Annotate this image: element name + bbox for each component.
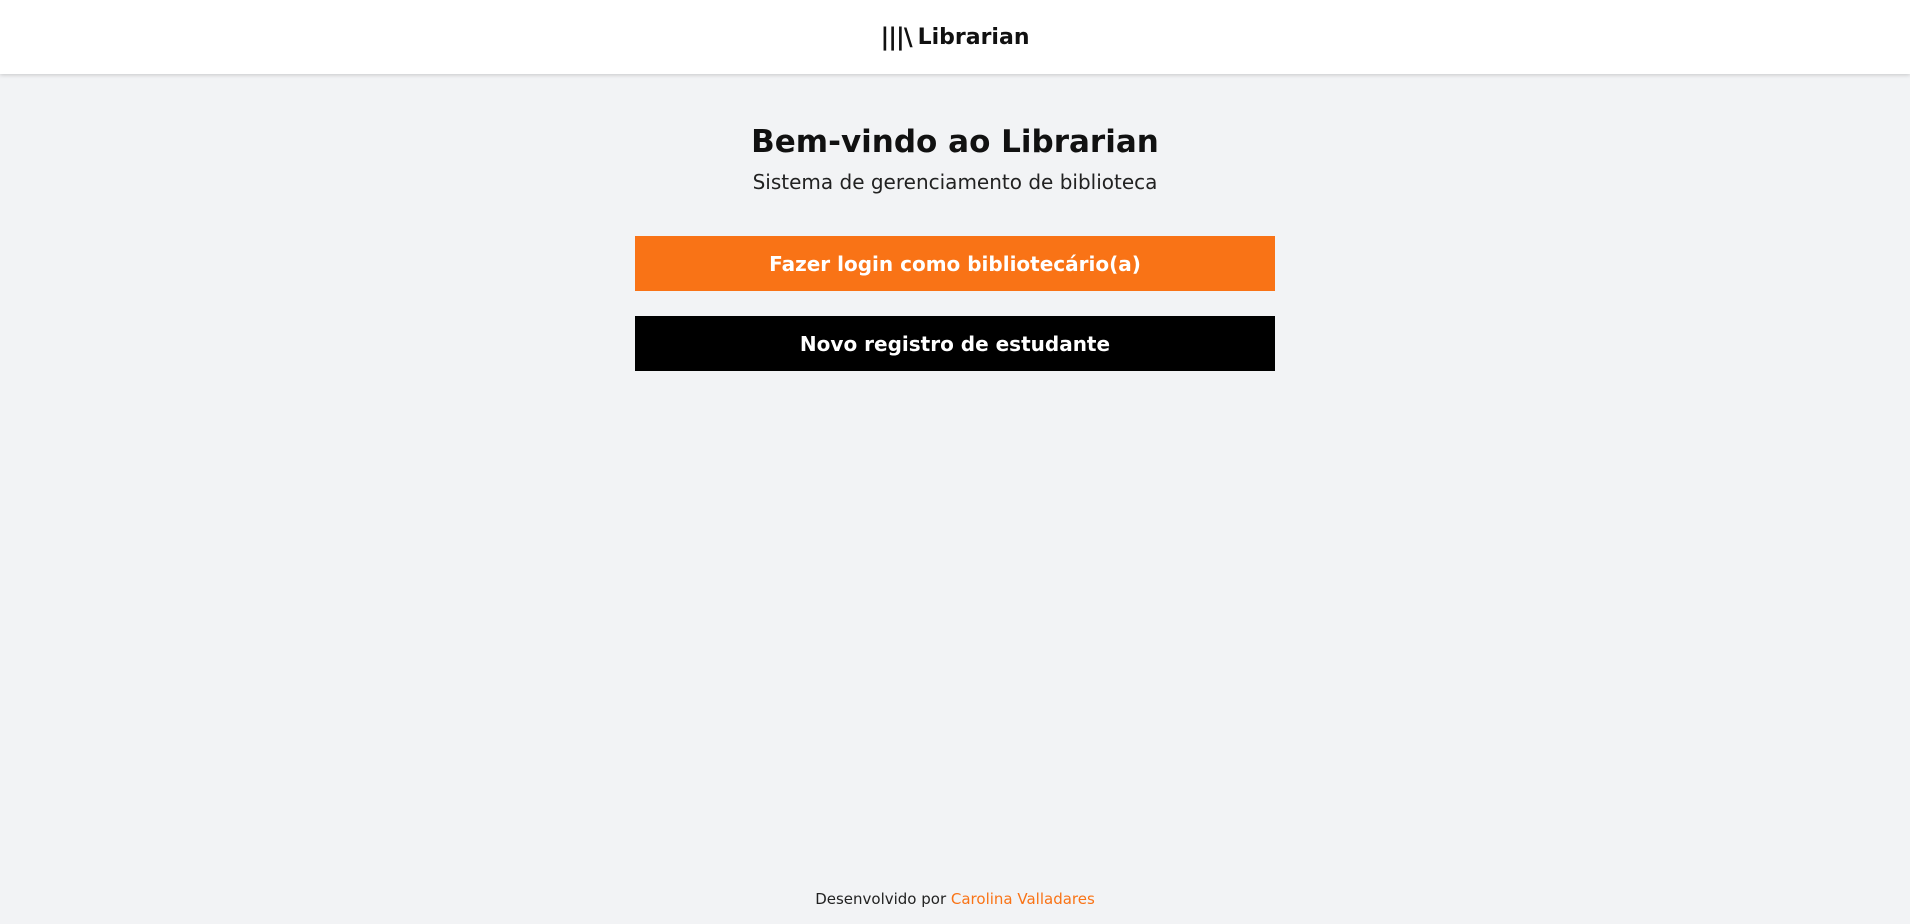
- library-books-icon: |||\: [880, 23, 913, 51]
- brand-logo-link[interactable]: |||\ Librarian: [881, 25, 1030, 50]
- author-link[interactable]: Carolina Valladares: [951, 890, 1095, 908]
- librarian-login-button[interactable]: Fazer login como bibliotecário(a): [635, 236, 1275, 291]
- footer-credit-text: Desenvolvido por: [815, 890, 951, 908]
- student-register-button[interactable]: Novo registro de estudante: [635, 316, 1275, 371]
- page-title: Bem-vindo ao Librarian: [751, 124, 1159, 160]
- page-footer: Desenvolvido por Carolina Valladares: [0, 890, 1910, 908]
- page-subtitle: Sistema de gerenciamento de biblioteca: [752, 170, 1158, 194]
- brand-name: Librarian: [917, 24, 1030, 50]
- top-navbar: |||\ Librarian: [0, 0, 1910, 74]
- welcome-section: Bem-vindo ao Librarian Sistema de gerenc…: [0, 74, 1910, 371]
